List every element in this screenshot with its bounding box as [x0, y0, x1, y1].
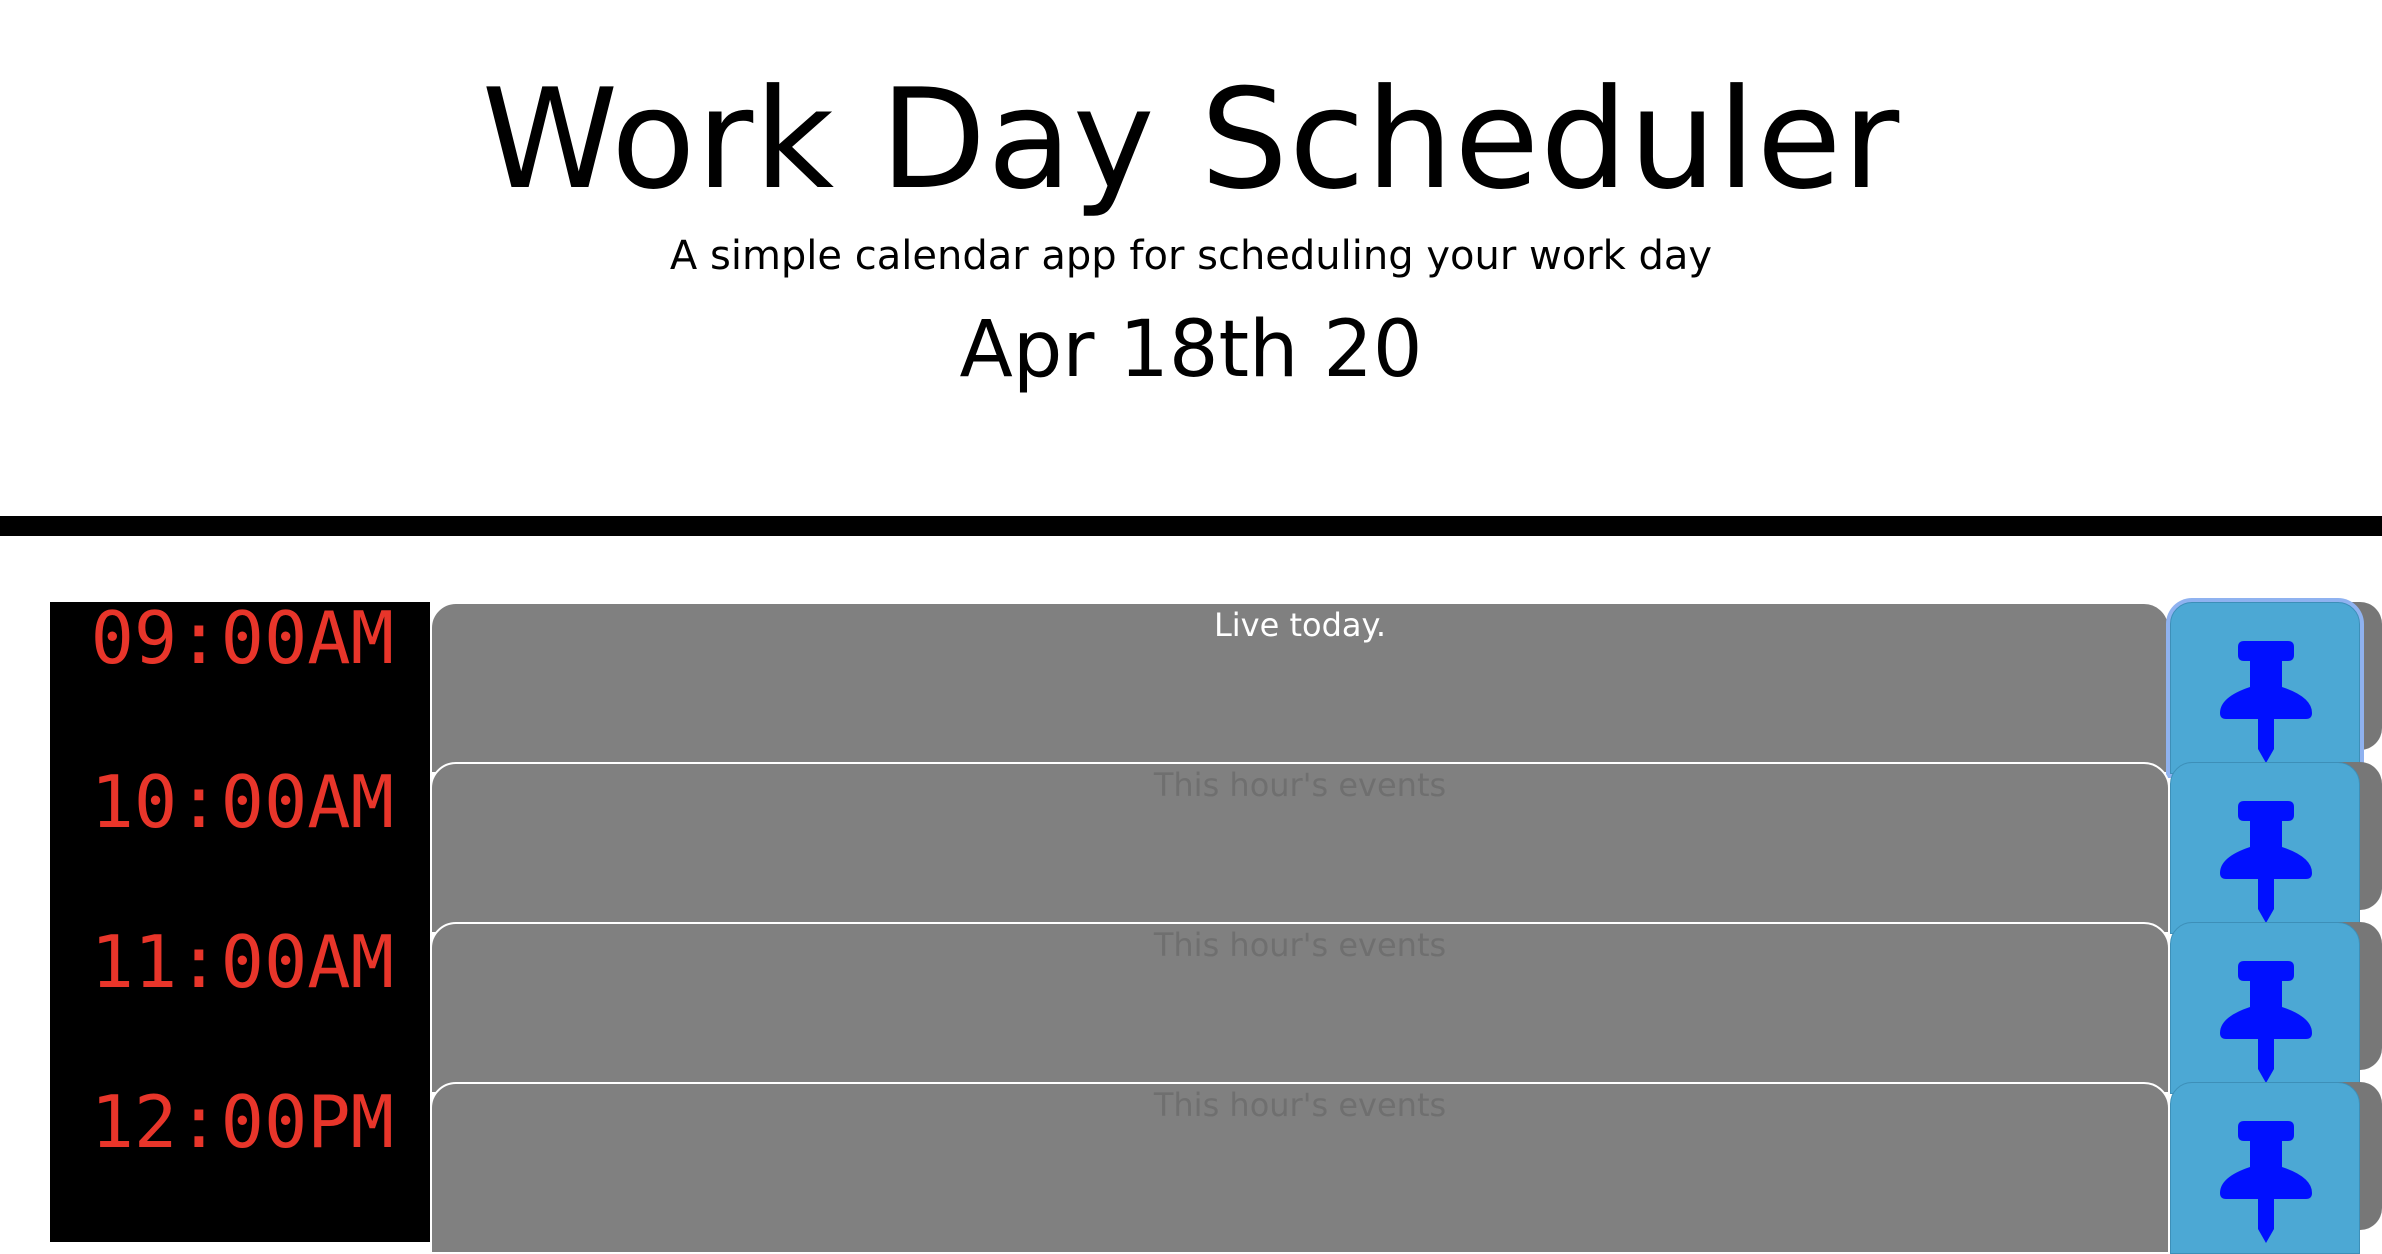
pushpin-icon	[2220, 1121, 2312, 1243]
event-textarea[interactable]	[430, 602, 2170, 774]
header-divider	[0, 516, 2382, 536]
hour-label: 09:00AM	[50, 602, 430, 762]
page-subtitle: A simple calendar app for scheduling you…	[669, 233, 1713, 279]
time-block-row: 09:00AM	[50, 602, 2382, 774]
save-button[interactable]	[2170, 762, 2360, 934]
time-block-row: 12:00PM	[50, 1082, 2382, 1254]
event-textarea[interactable]	[430, 762, 2170, 934]
save-button[interactable]	[2170, 1082, 2360, 1254]
save-button[interactable]	[2170, 602, 2360, 774]
hour-label: 10:00AM	[50, 762, 430, 922]
page-title: Work Day Scheduler	[481, 59, 1901, 220]
header: Work Day Scheduler A simple calendar app…	[0, 0, 2382, 516]
time-block-row: 11:00AM	[50, 922, 2382, 1094]
save-button[interactable]	[2170, 922, 2360, 1094]
event-textarea[interactable]	[430, 1082, 2170, 1254]
hour-label: 12:00PM	[50, 1082, 430, 1242]
current-date: Apr 18th 20	[959, 305, 1423, 395]
pushpin-icon	[2220, 801, 2312, 923]
event-textarea[interactable]	[430, 922, 2170, 1094]
pushpin-icon	[2220, 641, 2312, 763]
pushpin-icon	[2220, 961, 2312, 1083]
schedule: 09:00AM 10:00AM 11:00AM 12:00PM	[50, 602, 2382, 1254]
hour-label: 11:00AM	[50, 922, 430, 1082]
time-block-row: 10:00AM	[50, 762, 2382, 934]
